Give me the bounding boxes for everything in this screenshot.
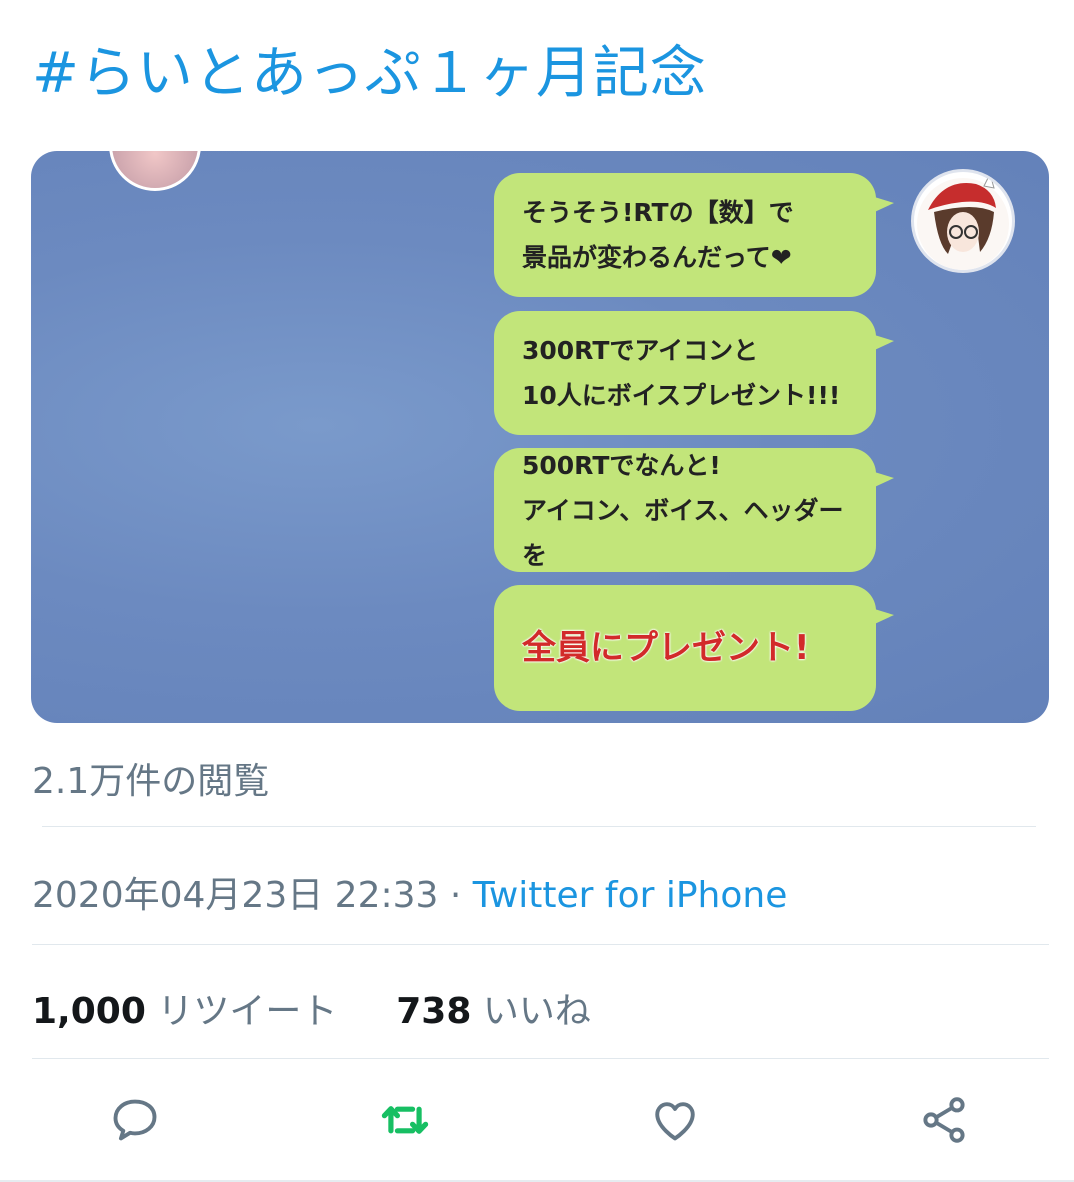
chat-bubble: 500RTでなんと! アイコン、ボイス、ヘッダーを (494, 448, 894, 572)
chat-bubble-line: 10人にボイスプレゼント!!! (522, 381, 841, 410)
like-icon (655, 1102, 695, 1141)
bubble-tail (868, 470, 894, 490)
chat-bubble: そうそう!RTの【数】で 景品が変わるんだって❤ (494, 173, 894, 297)
source-link[interactable]: Twitter for iPhone (473, 875, 788, 916)
chat-bubble-line: 全員にプレゼント! (522, 627, 810, 668)
tweet-media-image[interactable]: そうそう!RTの【数】で 景品が変わるんだって❤ 300RTでアイコンと 10人… (31, 151, 1049, 723)
divider (42, 826, 1036, 827)
retweet-icon (381, 1106, 429, 1134)
share-icon (923, 1097, 965, 1143)
chat-bubble-highlight: 全員にプレゼント! (494, 585, 894, 711)
retweet-button[interactable] (367, 1082, 443, 1158)
bubble-tail (868, 195, 894, 215)
view-count: 2.1万件の閲覧 (32, 761, 270, 802)
bubble-tail (868, 333, 894, 353)
meta-separator: · (449, 875, 462, 916)
likes-label: いいね (482, 991, 591, 1032)
hashtag-link[interactable]: #らいとあっぷ１ヶ月記念 (32, 36, 707, 112)
tweet-meta: 2020年04月23日 22:33 · Twitter for iPhone (32, 866, 787, 918)
share-button[interactable] (906, 1082, 982, 1158)
character-avatar (911, 169, 1015, 273)
likes-count: 738 (396, 991, 472, 1032)
partial-avatar (109, 151, 201, 191)
like-button[interactable] (637, 1082, 713, 1158)
divider (32, 1058, 1049, 1059)
divider (32, 944, 1049, 945)
retweets-label: リツイート (157, 991, 338, 1032)
chat-bubble: 300RTでアイコンと 10人にボイスプレゼント!!! (494, 311, 894, 435)
likes-stat[interactable]: 738 いいね (396, 991, 591, 1032)
retweets-stat[interactable]: 1,000 リツイート (32, 991, 349, 1032)
engagement-stats: 1,000 リツイート 738 いいね (32, 982, 591, 1034)
retweets-count: 1,000 (32, 991, 146, 1032)
chat-bubble-line: そうそう!RTの【数】で (522, 198, 794, 227)
reply-icon (113, 1099, 157, 1141)
timestamp[interactable]: 2020年04月23日 22:33 (32, 875, 438, 916)
chat-bubble-line: 300RTでアイコンと (522, 336, 759, 365)
chat-bubble-line: 500RTでなんと! (522, 450, 721, 480)
bubble-tail (868, 607, 894, 627)
chat-bubble-line: アイコン、ボイス、ヘッダーを (522, 495, 844, 570)
tweet-action-bar (0, 1082, 1074, 1158)
chat-bubble-line: 景品が変わるんだって❤ (522, 243, 792, 272)
reply-button[interactable] (97, 1082, 173, 1158)
